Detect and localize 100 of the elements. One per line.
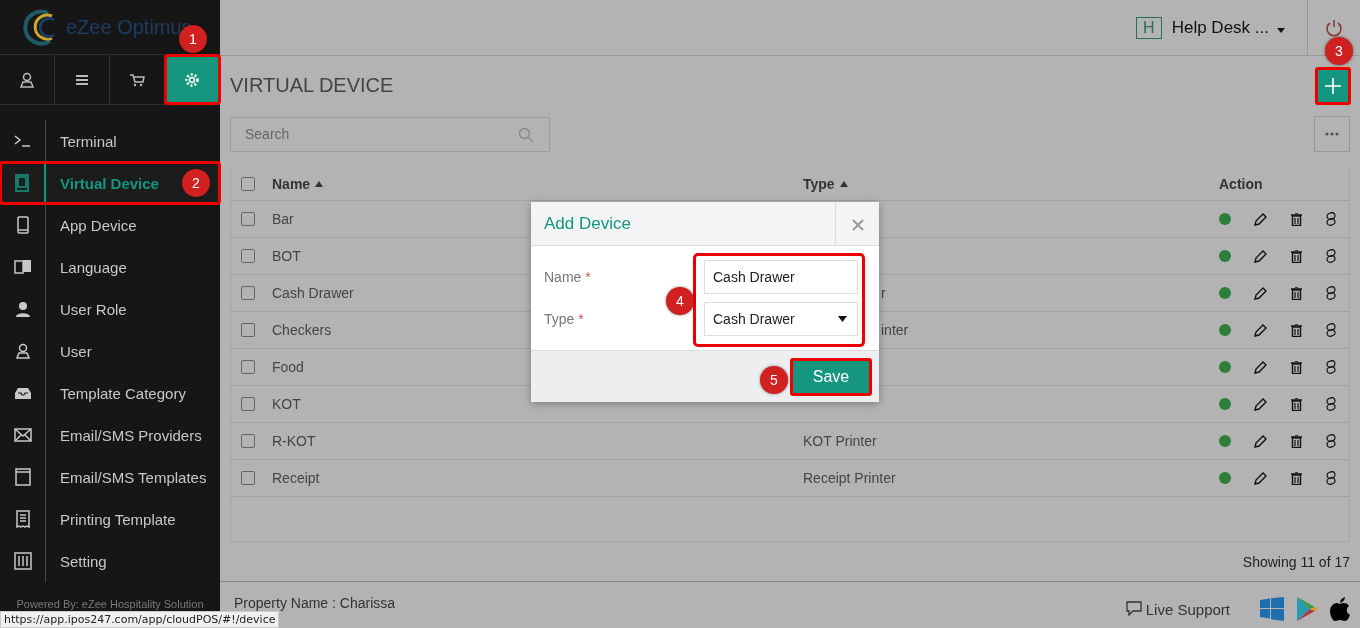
column-header[interactable]: Type: [803, 176, 835, 192]
link-icon[interactable]: [1325, 434, 1337, 448]
template-icon: [14, 468, 31, 486]
sidebar-item[interactable]: Template Category: [0, 372, 220, 414]
link-icon[interactable]: [1325, 397, 1337, 411]
user-icon: [14, 343, 31, 359]
sidebar-item-label: App Device: [59, 216, 137, 234]
link-icon[interactable]: [1325, 323, 1337, 337]
edit-icon[interactable]: [1254, 471, 1268, 485]
sidebar-item[interactable]: Printing Template: [0, 498, 220, 540]
delete-icon[interactable]: [1290, 286, 1302, 300]
table-cell: Receipt: [272, 470, 320, 486]
sidebar-item-label: Setting: [59, 552, 107, 570]
delete-icon[interactable]: [1290, 434, 1302, 448]
power-icon[interactable]: [1325, 18, 1343, 37]
save-button[interactable]: Save: [791, 358, 871, 395]
sidebar-item-label: Printing Template: [59, 510, 176, 528]
table-cell: Bar: [272, 211, 294, 227]
sidebar-item[interactable]: Language: [0, 246, 220, 288]
receipt-icon: [15, 510, 30, 528]
edit-icon[interactable]: [1254, 397, 1268, 411]
page-title: VIRTUAL DEVICE: [230, 73, 394, 97]
sidebar-item[interactable]: Email/SMS Templates: [0, 456, 220, 498]
table-cell: Food: [272, 359, 304, 375]
row-checkbox[interactable]: [241, 323, 255, 337]
edit-icon[interactable]: [1254, 249, 1268, 263]
settings-icon: [184, 71, 200, 88]
live-support-link[interactable]: Live Support: [1125, 592, 1230, 618]
row-checkbox[interactable]: [241, 249, 255, 263]
link-icon[interactable]: [1325, 360, 1337, 374]
user-avatar: H: [1135, 16, 1162, 39]
table-cell: BOT: [272, 248, 301, 264]
edit-icon[interactable]: [1254, 360, 1268, 374]
link-icon[interactable]: [1325, 471, 1337, 485]
sidebar-item-label: Email/SMS Providers: [59, 426, 202, 444]
mail-icon: [13, 428, 32, 442]
link-icon[interactable]: [1325, 212, 1337, 226]
phone-icon: [16, 216, 29, 234]
search-field[interactable]: Search: [230, 116, 550, 152]
link-icon[interactable]: [1325, 249, 1337, 263]
delete-icon[interactable]: [1290, 249, 1302, 263]
delete-icon[interactable]: [1290, 360, 1302, 374]
user-name[interactable]: Help Desk ...: [1171, 17, 1269, 38]
edit-icon[interactable]: [1254, 434, 1268, 448]
status-url: https://app.ipos247.com/app/cloudPOS/#!/device: [0, 611, 280, 628]
sidebar-item-label: Language: [59, 258, 127, 276]
table-cell: Checkers: [272, 322, 332, 338]
user-icon: [19, 71, 35, 88]
add-button[interactable]: [1316, 68, 1350, 104]
sidebar-item-label: Terminal: [59, 132, 117, 150]
powered-by-text: Powered By: eZee Hospitality Solution: [15, 598, 205, 610]
table-cell: KOT Printer: [803, 433, 877, 449]
link-icon[interactable]: [1325, 286, 1337, 300]
search-icon: [518, 126, 534, 143]
tablet-icon: [15, 174, 29, 192]
type-dropdown[interactable]: Cash Drawer: [704, 302, 858, 336]
chat-icon: [1125, 601, 1144, 617]
row-checkbox[interactable]: [241, 471, 255, 485]
sidebar-item[interactable]: User Role: [0, 288, 220, 330]
select-all-checkbox[interactable]: [241, 177, 255, 191]
sidebar-item-label: Email/SMS Templates: [59, 468, 207, 486]
sidebar-item[interactable]: User: [0, 330, 220, 372]
windows-icon[interactable]: [1260, 597, 1284, 621]
more-icon: [1325, 132, 1339, 136]
dropdown-caret-icon: [838, 316, 847, 322]
name-field[interactable]: Cash Drawer: [704, 260, 858, 294]
inbox-icon: [13, 386, 32, 400]
table-cell: inter: [881, 322, 909, 338]
property-name: Property Name : Charissa: [234, 595, 397, 611]
column-header[interactable]: Name: [272, 176, 311, 192]
sidebar-item[interactable]: App Device: [0, 204, 220, 246]
row-checkbox[interactable]: [241, 360, 255, 374]
delete-icon[interactable]: [1290, 397, 1302, 411]
column-header: Action: [1219, 176, 1263, 192]
delete-icon[interactable]: [1290, 212, 1302, 226]
close-icon: [851, 218, 864, 231]
table-cell: R-KOT: [272, 433, 316, 449]
edit-icon[interactable]: [1254, 286, 1268, 300]
sidebar-item[interactable]: Email/SMS Providers: [0, 414, 220, 456]
delete-icon[interactable]: [1290, 323, 1302, 337]
sidebar-item-label: User Role: [59, 300, 127, 318]
delete-icon[interactable]: [1290, 471, 1302, 485]
pagination-count: Showing 11 of 17: [1242, 554, 1350, 570]
sort-icon: [315, 181, 324, 187]
row-checkbox[interactable]: [241, 286, 255, 300]
dialog-title: Add Device: [543, 212, 632, 235]
play-store-icon[interactable]: [1296, 597, 1318, 621]
plus-icon: [1325, 78, 1341, 94]
sidebar-item-label: Template Category: [59, 384, 186, 402]
terminal-icon: [13, 134, 32, 148]
row-checkbox[interactable]: [241, 212, 255, 226]
row-checkbox[interactable]: [241, 397, 255, 411]
step-number: 3: [1325, 37, 1353, 65]
apple-icon[interactable]: [1330, 597, 1350, 621]
table-cell: Cash Drawer: [272, 285, 354, 301]
sidebar-item[interactable]: Setting: [0, 540, 220, 582]
row-checkbox[interactable]: [241, 434, 255, 448]
edit-icon[interactable]: [1254, 212, 1268, 226]
edit-icon[interactable]: [1254, 323, 1268, 337]
field-label: Name *: [544, 269, 592, 285]
